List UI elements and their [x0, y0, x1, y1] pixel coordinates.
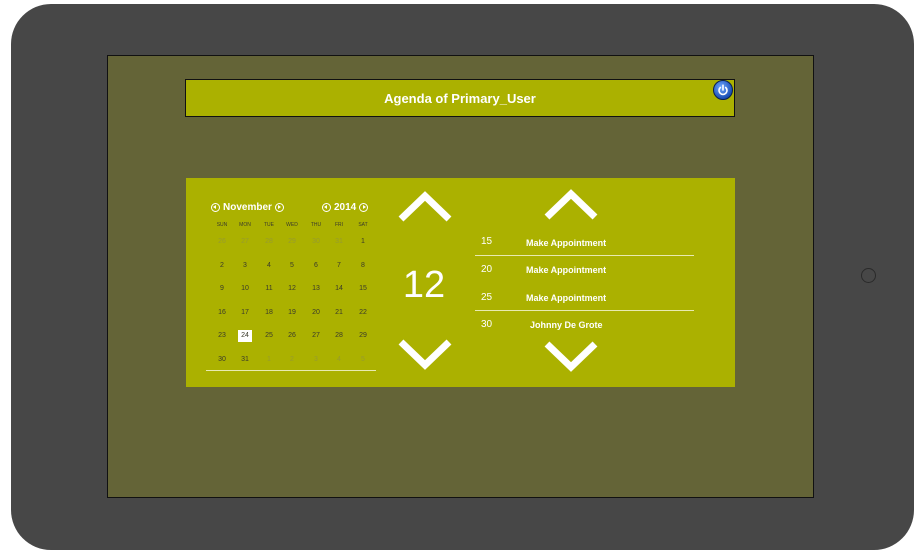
calendar-day[interactable]: 4 — [262, 260, 276, 272]
weekday-label: MON — [239, 222, 251, 228]
calendar-day[interactable]: 15 — [356, 283, 370, 295]
calendar-day[interactable]: 1 — [356, 236, 370, 248]
minute-down-icon[interactable] — [543, 340, 599, 373]
weekday-label: WED — [286, 222, 298, 228]
calendar-day[interactable]: 10 — [238, 283, 252, 295]
calendar-day[interactable]: 2 — [215, 260, 229, 272]
calendar-day[interactable]: 17 — [238, 307, 252, 319]
calendar-day[interactable]: 31 — [332, 236, 346, 248]
appointment-title[interactable]: Make Appointment — [526, 265, 606, 275]
hour-down-icon[interactable] — [397, 338, 453, 371]
prev-year-icon[interactable] — [322, 202, 331, 212]
header-bar: Agenda of Primary_User — [185, 79, 735, 117]
appointment-time: 25 — [481, 292, 493, 303]
divider — [475, 310, 694, 311]
calendar-day[interactable]: 30 — [215, 354, 229, 366]
calendar-day[interactable]: 9 — [215, 283, 229, 295]
calendar-day[interactable]: 3 — [238, 260, 252, 272]
calendar-day[interactable]: 30 — [309, 236, 323, 248]
hour-up-icon[interactable] — [397, 190, 453, 223]
calendar-day[interactable]: 5 — [285, 260, 299, 272]
minute-up-icon[interactable] — [543, 188, 599, 221]
calendar-day[interactable]: 23 — [215, 330, 229, 342]
calendar-day[interactable]: 6 — [309, 260, 323, 272]
next-month-icon[interactable] — [274, 202, 284, 212]
calendar-day[interactable]: 21 — [332, 307, 346, 319]
calendar-day[interactable]: 26 — [285, 330, 299, 342]
calendar-day[interactable]: 20 — [309, 307, 323, 319]
appointment-time: 20 — [481, 264, 493, 275]
calendar-day[interactable]: 4 — [332, 354, 346, 366]
weekday-label: TUE — [264, 222, 274, 228]
year-nav: 2014 — [322, 200, 369, 214]
prev-month-icon[interactable] — [211, 202, 220, 212]
calendar-day[interactable]: 22 — [356, 307, 370, 319]
agenda-panel: November 2014 SUN MON TUE WED THU FRI SAT 26 27 2… — [186, 178, 735, 387]
appointment-title[interactable]: Make Appointment — [526, 293, 606, 303]
page-title: Agenda of Primary_User — [384, 91, 536, 106]
calendar-day[interactable]: 28 — [262, 236, 276, 248]
year-label: 2014 — [334, 201, 357, 213]
divider — [475, 255, 694, 256]
next-year-icon[interactable] — [359, 202, 369, 212]
calendar-day[interactable]: 27 — [309, 330, 323, 342]
calendar-day[interactable]: 29 — [356, 330, 370, 342]
calendar-day[interactable]: 29 — [285, 236, 299, 248]
calendar-day[interactable]: 7 — [332, 260, 346, 272]
appointment-title[interactable]: Johnny De Grote — [530, 320, 603, 330]
calendar-day[interactable]: 2 — [285, 354, 299, 366]
calendar-day[interactable]: 1 — [262, 354, 276, 366]
calendar-day[interactable]: 16 — [215, 307, 229, 319]
selected-day[interactable]: 24 — [238, 330, 252, 342]
calendar-day[interactable]: 31 — [238, 354, 252, 366]
calendar-day[interactable]: 25 — [262, 330, 276, 342]
calendar-day[interactable]: 26 — [215, 236, 229, 248]
appointment-time: 30 — [481, 319, 493, 330]
calendar-day[interactable]: 13 — [309, 283, 323, 295]
hour-display: 12 — [402, 264, 446, 306]
appointment-title[interactable]: Make Appointment — [526, 238, 606, 248]
month-label: November — [223, 201, 272, 213]
calendar-day[interactable]: 27 — [238, 236, 252, 248]
calendar-day[interactable]: 28 — [332, 330, 346, 342]
calendar-day[interactable]: 14 — [332, 283, 346, 295]
weekday-label: SUN — [216, 222, 228, 228]
calendar-day[interactable]: 19 — [285, 307, 299, 319]
home-button[interactable] — [861, 268, 876, 283]
calendar-day[interactable]: 5 — [356, 354, 370, 366]
power-icon[interactable] — [713, 80, 733, 100]
weekday-label: FRI — [334, 222, 344, 228]
calendar-day[interactable]: 3 — [309, 354, 323, 366]
calendar-day[interactable]: 18 — [262, 307, 276, 319]
month-nav: November — [211, 200, 284, 214]
calendar-day[interactable]: 12 — [285, 283, 299, 295]
weekday-label: SAT — [358, 222, 368, 228]
calendar-day[interactable]: 11 — [262, 283, 276, 295]
calendar-divider — [206, 370, 376, 371]
calendar-day[interactable]: 8 — [356, 260, 370, 272]
appointment-time: 15 — [481, 236, 493, 247]
weekday-label: THU — [310, 222, 322, 228]
